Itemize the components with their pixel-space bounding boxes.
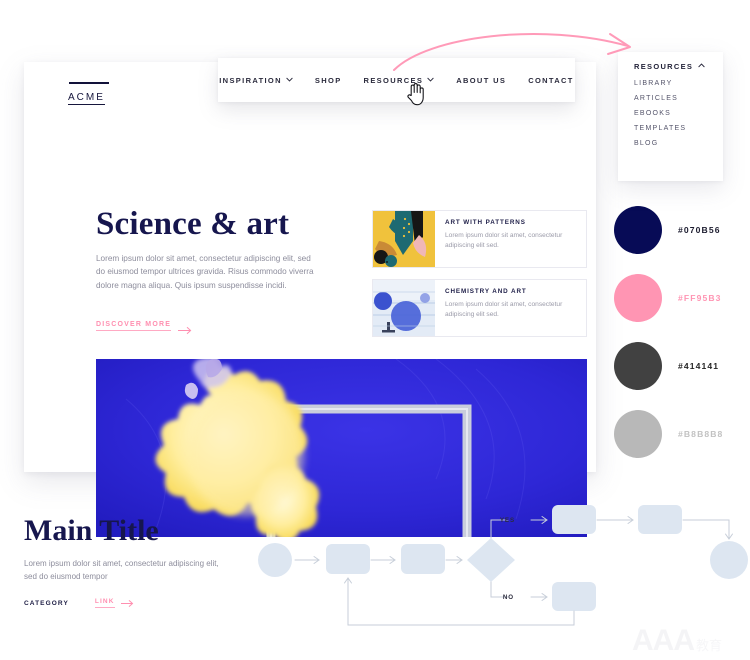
flow-process-node [401, 544, 445, 574]
feature-card-title: CHEMISTRY AND ART [445, 288, 527, 295]
hero-paragraph: Lorem ipsum dolor sit amet, consectetur … [96, 254, 314, 290]
color-swatch-row: #070B56 [614, 196, 723, 264]
flow-decision-node [467, 538, 515, 582]
dropdown-title: RESOURCES [634, 62, 694, 71]
page-paragraph: Lorem ipsum dolor sit amet, consectetur … [24, 559, 219, 581]
cta-link[interactable]: LINK [94, 598, 135, 608]
feature-card-description: Lorem ipsum dolor sit amet, consectetur … [445, 301, 563, 319]
feature-card[interactable]: ART WITH PATTERNS Lorem ipsum dolor sit … [372, 210, 587, 268]
color-swatch-label: #FF95B3 [678, 293, 722, 303]
discover-more-label: DISCOVER MORE [96, 321, 172, 331]
chevron-up-icon [698, 62, 705, 69]
color-swatch-label: #B8B8B8 [678, 429, 724, 439]
annotation-arrow [392, 24, 642, 72]
color-swatch-row: #414141 [614, 332, 723, 400]
flow-yes-label: YES [500, 517, 515, 524]
color-swatch-dot [614, 206, 662, 254]
brand-name: ACME [68, 92, 105, 105]
flow-no-node [552, 582, 596, 611]
flow-end-node [710, 541, 748, 579]
feature-card-body: ART WITH PATTERNS Lorem ipsum dolor sit … [435, 211, 586, 267]
nav-item-about-us[interactable]: ABOUT US [445, 76, 517, 85]
dropdown-item-ebooks[interactable]: EBOOKS [618, 110, 723, 117]
color-swatch-label: #070B56 [678, 225, 721, 235]
dropdown-item-templates[interactable]: TEMPLATES [618, 125, 723, 132]
chevron-down-icon [286, 76, 293, 83]
hand-cursor-icon [406, 82, 426, 106]
nav-item-inspiration[interactable]: INSPIRATION [208, 76, 304, 85]
nav-item-contact[interactable]: CONTACT [517, 76, 585, 85]
watermark-letters: AAA [632, 624, 695, 657]
cta-link-label: LINK [94, 598, 115, 608]
flow-start-node [258, 543, 292, 577]
category-label: CATEGORY [24, 599, 69, 607]
category-link-row: CATEGORY LINK [24, 598, 135, 608]
color-swatch-dot [614, 410, 662, 458]
color-swatch-row: #B8B8B8 [614, 400, 723, 468]
color-swatch-dot [614, 342, 662, 390]
discover-more-link[interactable]: DISCOVER MORE [96, 321, 193, 334]
nav-item-resources[interactable]: RESOURCES [353, 76, 446, 85]
dropdown-item-articles[interactable]: ARTICLES [618, 95, 723, 102]
feature-card-thumbnail [373, 211, 435, 267]
feature-card-title: ART WITH PATTERNS [445, 219, 526, 226]
color-swatch-row: #FF95B3 [614, 264, 723, 332]
feature-card-description: Lorem ipsum dolor sit amet, consectetur … [445, 232, 563, 250]
watermark-cn: 教育 [696, 639, 723, 654]
arrow-right-icon [178, 322, 193, 334]
feature-card-body: CHEMISTRY AND ART Lorem ipsum dolor sit … [435, 280, 586, 336]
dropdown-item-library[interactable]: LIBRARY [618, 80, 723, 87]
flow-process-node [326, 544, 370, 574]
flowchart-diagram: YES NO [250, 494, 750, 634]
page-title: Main Title [24, 514, 159, 547]
chevron-down-icon [427, 76, 434, 83]
nav-item-label: SHOP [314, 75, 342, 85]
flow-yes-node-1 [552, 505, 596, 534]
arrow-right-icon [120, 599, 135, 608]
nav-item-label: INSPIRATION [219, 75, 282, 85]
color-swatch-dot [614, 274, 662, 322]
logo-rule [69, 82, 109, 84]
nav-item-label: CONTACT [528, 75, 574, 85]
nav-item-label: ABOUT US [456, 75, 507, 85]
website-mockup-card: ACME Science & art Lorem ipsum dolor sit… [24, 62, 596, 537]
brand-logo[interactable]: ACME [68, 82, 109, 105]
flow-no-label: NO [503, 594, 514, 601]
page-root: ACME Science & art Lorem ipsum dolor sit… [0, 0, 750, 660]
feature-card[interactable]: CHEMISTRY AND ART Lorem ipsum dolor sit … [372, 279, 587, 337]
color-swatch-list: #070B56 #FF95B3 #414141 #B8B8B8 [614, 196, 723, 468]
hero-title: Science & art [96, 206, 290, 242]
dropdown-item-blog[interactable]: BLOG [618, 140, 723, 147]
flow-yes-node-2 [638, 505, 682, 534]
watermark: AAA 教育 [632, 618, 744, 656]
color-swatch-label: #414141 [678, 361, 720, 371]
feature-card-thumbnail [373, 280, 435, 336]
nav-item-shop[interactable]: SHOP [304, 76, 353, 85]
